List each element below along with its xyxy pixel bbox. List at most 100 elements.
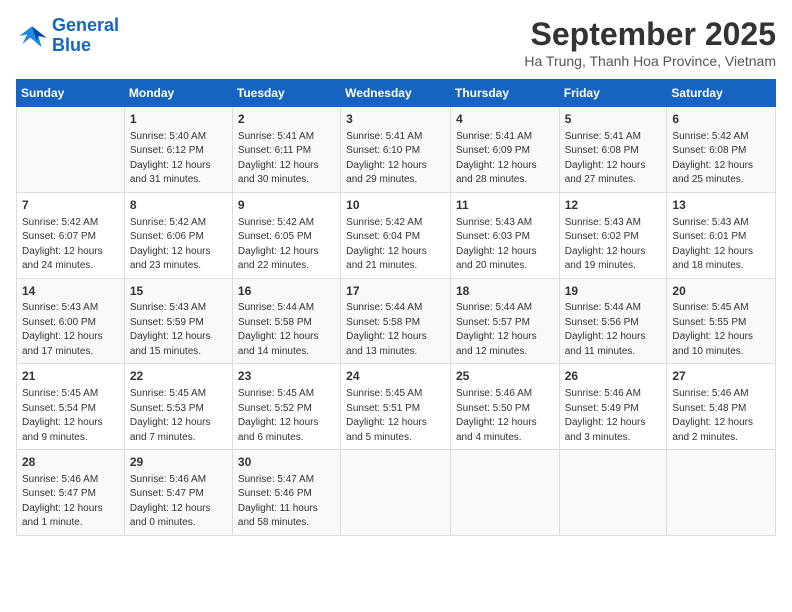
day-number: 23 bbox=[238, 368, 335, 385]
calendar-cell: 10 Sunrise: 5:42 AM Sunset: 6:04 PM Dayli… bbox=[341, 192, 451, 278]
calendar-cell: 27 Sunrise: 5:46 AM Sunset: 5:48 PM Dayli… bbox=[667, 364, 776, 450]
calendar-week-3: 14Sunrise: 5:43 AM Sunset: 6:00 PM Dayli… bbox=[17, 278, 776, 364]
calendar-week-1: 1 Sunrise: 5:40 AM Sunset: 6:12 PM Daylig… bbox=[17, 107, 776, 193]
day-info: Sunrise: 5:43 AM Sunset: 5:59 PM Dayligh… bbox=[130, 301, 227, 359]
day-info: Sunrise: 5:45 AM Sunset: 5:53 PM Dayligh… bbox=[130, 387, 227, 445]
column-header-friday: Friday bbox=[559, 80, 667, 107]
day-number: 30 bbox=[238, 454, 335, 471]
calendar-week-2: 7 Sunrise: 5:42 AM Sunset: 6:07 PM Daylig… bbox=[17, 192, 776, 278]
day-info: Sunrise: 5:45 AM Sunset: 5:54 PM Dayligh… bbox=[22, 387, 119, 445]
day-number: 8 bbox=[130, 197, 227, 214]
calendar-cell: 1 Sunrise: 5:40 AM Sunset: 6:12 PM Daylig… bbox=[124, 107, 232, 193]
column-header-saturday: Saturday bbox=[667, 80, 776, 107]
calendar-cell: 22 Sunrise: 5:45 AM Sunset: 5:53 PM Dayli… bbox=[124, 364, 232, 450]
calendar-cell: 19Sunrise: 5:44 AM Sunset: 5:56 PM Dayli… bbox=[559, 278, 667, 364]
day-info: Sunrise: 5:45 AM Sunset: 5:51 PM Dayligh… bbox=[346, 387, 445, 445]
calendar-cell: 30 Sunrise: 5:47 AM Sunset: 5:46 PM Dayli… bbox=[232, 450, 340, 536]
day-info: Sunrise: 5:41 AM Sunset: 6:09 PM Dayligh… bbox=[456, 130, 554, 188]
day-info: Sunrise: 5:45 AM Sunset: 5:55 PM Dayligh… bbox=[672, 301, 770, 359]
day-number: 11 bbox=[456, 197, 554, 214]
calendar-cell: 13 Sunrise: 5:43 AM Sunset: 6:01 PM Dayli… bbox=[667, 192, 776, 278]
day-number: 25 bbox=[456, 368, 554, 385]
calendar-cell: 29 Sunrise: 5:46 AM Sunset: 5:47 PM Dayli… bbox=[124, 450, 232, 536]
column-headers: SundayMondayTuesdayWednesdayThursdayFrid… bbox=[17, 80, 776, 107]
day-info: Sunrise: 5:46 AM Sunset: 5:49 PM Dayligh… bbox=[565, 387, 662, 445]
calendar-cell: 7 Sunrise: 5:42 AM Sunset: 6:07 PM Daylig… bbox=[17, 192, 125, 278]
calendar-cell: 9 Sunrise: 5:42 AM Sunset: 6:05 PM Daylig… bbox=[232, 192, 340, 278]
day-number: 16 bbox=[238, 283, 335, 300]
day-info: Sunrise: 5:41 AM Sunset: 6:08 PM Dayligh… bbox=[565, 130, 662, 188]
calendar-cell: 23Sunrise: 5:45 AM Sunset: 5:52 PM Dayli… bbox=[232, 364, 340, 450]
calendar-cell: 21 Sunrise: 5:45 AM Sunset: 5:54 PM Dayli… bbox=[17, 364, 125, 450]
day-number: 27 bbox=[672, 368, 770, 385]
day-number: 14 bbox=[22, 283, 119, 300]
day-number: 1 bbox=[130, 111, 227, 128]
calendar-cell: 2Sunrise: 5:41 AM Sunset: 6:11 PM Daylig… bbox=[232, 107, 340, 193]
column-header-thursday: Thursday bbox=[450, 80, 559, 107]
calendar-cell: 28Sunrise: 5:46 AM Sunset: 5:47 PM Dayli… bbox=[17, 450, 125, 536]
day-number: 29 bbox=[130, 454, 227, 471]
day-info: Sunrise: 5:42 AM Sunset: 6:07 PM Dayligh… bbox=[22, 216, 119, 274]
calendar-cell: 24 Sunrise: 5:45 AM Sunset: 5:51 PM Dayli… bbox=[341, 364, 451, 450]
day-info: Sunrise: 5:43 AM Sunset: 6:00 PM Dayligh… bbox=[22, 301, 119, 359]
day-info: Sunrise: 5:42 AM Sunset: 6:05 PM Dayligh… bbox=[238, 216, 335, 274]
day-info: Sunrise: 5:44 AM Sunset: 5:56 PM Dayligh… bbox=[565, 301, 662, 359]
calendar-cell: 8 Sunrise: 5:42 AM Sunset: 6:06 PM Daylig… bbox=[124, 192, 232, 278]
calendar-cell bbox=[341, 450, 451, 536]
month-title: September 2025 bbox=[524, 16, 776, 53]
column-header-wednesday: Wednesday bbox=[341, 80, 451, 107]
calendar-cell: 20Sunrise: 5:45 AM Sunset: 5:55 PM Dayli… bbox=[667, 278, 776, 364]
calendar-week-4: 21 Sunrise: 5:45 AM Sunset: 5:54 PM Dayli… bbox=[17, 364, 776, 450]
day-number: 10 bbox=[346, 197, 445, 214]
day-info: Sunrise: 5:42 AM Sunset: 6:06 PM Dayligh… bbox=[130, 216, 227, 274]
calendar-cell bbox=[450, 450, 559, 536]
day-number: 9 bbox=[238, 197, 335, 214]
calendar-cell: 15Sunrise: 5:43 AM Sunset: 5:59 PM Dayli… bbox=[124, 278, 232, 364]
day-number: 6 bbox=[672, 111, 770, 128]
day-number: 22 bbox=[130, 368, 227, 385]
logo: General Blue bbox=[16, 16, 119, 56]
calendar-cell: 6Sunrise: 5:42 AM Sunset: 6:08 PM Daylig… bbox=[667, 107, 776, 193]
calendar-cell bbox=[667, 450, 776, 536]
calendar-cell: 26 Sunrise: 5:46 AM Sunset: 5:49 PM Dayli… bbox=[559, 364, 667, 450]
day-number: 26 bbox=[565, 368, 662, 385]
day-number: 19 bbox=[565, 283, 662, 300]
day-number: 7 bbox=[22, 197, 119, 214]
day-number: 24 bbox=[346, 368, 445, 385]
logo-icon bbox=[16, 20, 48, 52]
day-info: Sunrise: 5:46 AM Sunset: 5:50 PM Dayligh… bbox=[456, 387, 554, 445]
calendar-cell: 17Sunrise: 5:44 AM Sunset: 5:58 PM Dayli… bbox=[341, 278, 451, 364]
day-info: Sunrise: 5:46 AM Sunset: 5:48 PM Dayligh… bbox=[672, 387, 770, 445]
day-info: Sunrise: 5:44 AM Sunset: 5:57 PM Dayligh… bbox=[456, 301, 554, 359]
day-info: Sunrise: 5:43 AM Sunset: 6:01 PM Dayligh… bbox=[672, 216, 770, 274]
calendar-table: SundayMondayTuesdayWednesdayThursdayFrid… bbox=[16, 79, 776, 536]
day-number: 5 bbox=[565, 111, 662, 128]
day-info: Sunrise: 5:44 AM Sunset: 5:58 PM Dayligh… bbox=[346, 301, 445, 359]
calendar-cell: 3Sunrise: 5:41 AM Sunset: 6:10 PM Daylig… bbox=[341, 107, 451, 193]
day-number: 15 bbox=[130, 283, 227, 300]
calendar-cell: 12 Sunrise: 5:43 AM Sunset: 6:02 PM Dayli… bbox=[559, 192, 667, 278]
day-number: 13 bbox=[672, 197, 770, 214]
day-info: Sunrise: 5:43 AM Sunset: 6:02 PM Dayligh… bbox=[565, 216, 662, 274]
column-header-monday: Monday bbox=[124, 80, 232, 107]
logo-text: General Blue bbox=[52, 16, 119, 56]
day-info: Sunrise: 5:47 AM Sunset: 5:46 PM Dayligh… bbox=[238, 473, 335, 531]
day-info: Sunrise: 5:46 AM Sunset: 5:47 PM Dayligh… bbox=[130, 473, 227, 531]
calendar-cell bbox=[559, 450, 667, 536]
calendar-cell: 4Sunrise: 5:41 AM Sunset: 6:09 PM Daylig… bbox=[450, 107, 559, 193]
day-info: Sunrise: 5:43 AM Sunset: 6:03 PM Dayligh… bbox=[456, 216, 554, 274]
day-info: Sunrise: 5:42 AM Sunset: 6:04 PM Dayligh… bbox=[346, 216, 445, 274]
day-number: 12 bbox=[565, 197, 662, 214]
calendar-cell: 14Sunrise: 5:43 AM Sunset: 6:00 PM Dayli… bbox=[17, 278, 125, 364]
day-info: Sunrise: 5:46 AM Sunset: 5:47 PM Dayligh… bbox=[22, 473, 119, 531]
page-header: General Blue September 2025 Ha Trung, Th… bbox=[16, 16, 776, 69]
calendar-cell bbox=[17, 107, 125, 193]
calendar-cell: 25 Sunrise: 5:46 AM Sunset: 5:50 PM Dayli… bbox=[450, 364, 559, 450]
calendar-cell: 16Sunrise: 5:44 AM Sunset: 5:58 PM Dayli… bbox=[232, 278, 340, 364]
calendar-week-5: 28Sunrise: 5:46 AM Sunset: 5:47 PM Dayli… bbox=[17, 450, 776, 536]
day-number: 20 bbox=[672, 283, 770, 300]
day-number: 21 bbox=[22, 368, 119, 385]
day-number: 17 bbox=[346, 283, 445, 300]
column-header-sunday: Sunday bbox=[17, 80, 125, 107]
day-info: Sunrise: 5:40 AM Sunset: 6:12 PM Dayligh… bbox=[130, 130, 227, 188]
